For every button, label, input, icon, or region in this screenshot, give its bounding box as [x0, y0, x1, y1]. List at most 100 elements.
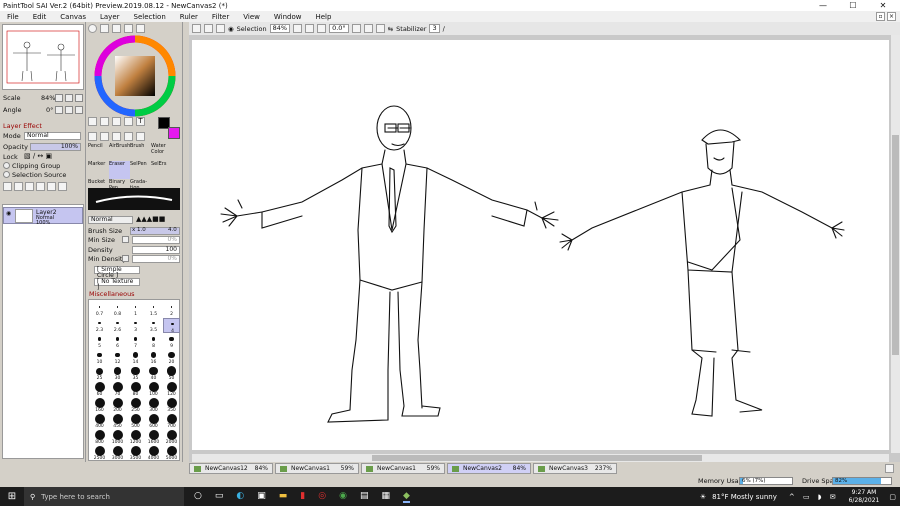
misc-header[interactable]: Miscellaneous	[89, 290, 135, 298]
brush-size-preset[interactable]: 1	[127, 302, 144, 317]
files-icon[interactable]: ▤	[360, 491, 369, 503]
min-density-slider[interactable]: 0%	[132, 255, 180, 263]
brush-size-preset[interactable]: 12	[109, 350, 126, 365]
painttool-sai-icon[interactable]: ◆	[402, 491, 410, 503]
tool-pencil[interactable]: Pencil	[88, 143, 109, 161]
brush-size-preset[interactable]: 700	[163, 414, 180, 429]
tool-brush[interactable]: Brush	[130, 143, 151, 161]
scratchpad-tab-icon[interactable]	[136, 24, 145, 33]
rotate-reset-toolbar-icon[interactable]	[375, 24, 385, 33]
layer-item[interactable]: ◉ Layer2 Normal 100%	[3, 207, 83, 226]
brush-size-preset[interactable]: 450	[109, 414, 126, 429]
brush-size-preset[interactable]: 5000	[163, 446, 180, 461]
menu-view[interactable]: View	[236, 13, 267, 21]
density-slider[interactable]: 100	[132, 246, 180, 254]
navigator-preview[interactable]	[2, 24, 84, 90]
layer-effect-header[interactable]: Layer Effect	[3, 122, 42, 130]
brush-size-preset[interactable]: 8	[145, 334, 162, 349]
opera-icon[interactable]: ◎	[318, 491, 326, 503]
zoom-out-icon[interactable]	[55, 94, 63, 102]
menu-window[interactable]: Window	[267, 13, 309, 21]
brush-size-preset[interactable]: 600	[145, 414, 162, 429]
tool-selpen[interactable]: SelPen	[130, 161, 151, 179]
menu-edit[interactable]: Edit	[26, 13, 54, 21]
brush-size-preset[interactable]: 14	[127, 350, 144, 365]
brush-size-preset[interactable]: 6	[109, 334, 126, 349]
layer-select-icon[interactable]	[124, 117, 133, 126]
brush-size-preset[interactable]: 200	[109, 398, 126, 413]
brush-size-preset[interactable]: 30	[109, 366, 126, 381]
brush-size-preset[interactable]: 20	[163, 350, 180, 365]
brush-size-preset[interactable]: 2000	[163, 430, 180, 445]
stabilizer-select[interactable]: 3	[429, 24, 440, 33]
brush-size-preset[interactable]: 120	[163, 382, 180, 397]
brush-size-preset[interactable]: 0.8	[109, 302, 126, 317]
photos-icon[interactable]: ▦	[381, 491, 390, 503]
new-linework-icon[interactable]	[25, 182, 34, 191]
lasso-icon[interactable]	[100, 117, 109, 126]
brush-size-preset[interactable]: 160	[91, 398, 108, 413]
tool-selers[interactable]: SelErs	[151, 161, 172, 179]
restore-panel-icon[interactable]: ▫	[876, 12, 885, 21]
brush-size-preset[interactable]: 350	[163, 398, 180, 413]
eye-icon[interactable]: ◉	[6, 210, 11, 217]
brush-size-preset[interactable]: 3	[127, 318, 144, 333]
rotate-tool-icon[interactable]	[112, 131, 121, 141]
color-wheel[interactable]	[94, 35, 176, 117]
maximize-button[interactable]: ☐	[838, 0, 868, 11]
new-layer-icon[interactable]	[3, 182, 12, 191]
tool-eraser[interactable]: Eraser	[109, 161, 130, 179]
task-view-icon[interactable]: ▭	[215, 491, 224, 503]
pressure-icon[interactable]: ∕	[443, 25, 445, 33]
opacity-slider[interactable]: 100%	[30, 143, 81, 151]
brush-mode-select[interactable]: Normal	[88, 216, 133, 224]
brush-size-preset[interactable]: 35	[127, 366, 144, 381]
brush-texture-select[interactable]: [ No Texture ]	[94, 278, 140, 291]
menu-canvas[interactable]: Canvas	[53, 13, 93, 21]
brush-shape-select[interactable]: [ Simple Circle ]	[94, 266, 140, 279]
clipping-group-checkbox[interactable]	[3, 162, 10, 169]
doc-tab[interactable]: NewCanvas12 84%	[189, 463, 273, 474]
canvas-horizontal-scrollbar[interactable]	[192, 454, 889, 462]
eyedropper-icon[interactable]	[136, 131, 145, 141]
brush-size-preset[interactable]: 300	[145, 398, 162, 413]
zoom-reset-icon[interactable]	[75, 94, 83, 102]
brush-size-preset[interactable]: 70	[109, 382, 126, 397]
menu-layer[interactable]: Layer	[93, 13, 127, 21]
close-panel-icon[interactable]: ×	[887, 12, 896, 21]
merge-layer-icon[interactable]	[36, 182, 45, 191]
delete-layer-icon[interactable]	[58, 182, 67, 191]
rotate-ccw-icon[interactable]	[351, 24, 361, 33]
brush-size-preset[interactable]: 4	[163, 318, 180, 334]
menu-filter[interactable]: Filter	[205, 13, 236, 21]
brush-size-preset[interactable]: 2.3	[91, 318, 108, 333]
rotate-reset-icon[interactable]	[75, 106, 83, 114]
brush-size-preset[interactable]: 60	[91, 382, 108, 397]
brush-size-preset[interactable]: 1600	[145, 430, 162, 445]
brush-size-preset[interactable]: 800	[91, 430, 108, 445]
brush-size-preset[interactable]: 1.5	[145, 302, 162, 317]
brush-size-preset[interactable]: 1000	[109, 430, 126, 445]
redo-icon[interactable]	[204, 24, 213, 33]
brush-size-preset[interactable]: 5	[91, 334, 108, 349]
doc-tab[interactable]: NewCanvas3 237%	[533, 463, 617, 474]
edge-icon[interactable]: ◐	[236, 491, 244, 503]
selection-toggle-icon[interactable]: ◉	[228, 25, 234, 33]
rotate-right-icon[interactable]	[65, 106, 73, 114]
menu-selection[interactable]: Selection	[127, 13, 173, 21]
brush-size-preset[interactable]: 0.7	[91, 302, 108, 317]
color-wheel-tab-icon[interactable]	[88, 24, 97, 33]
zoom-minus-icon[interactable]	[293, 24, 303, 33]
move-icon[interactable]	[88, 131, 97, 141]
tray-icons[interactable]: ^ ▭ ◗ ✉	[789, 493, 839, 501]
brush-size-preset[interactable]: 80	[127, 382, 144, 397]
brush-size-preset[interactable]: 250	[127, 398, 144, 413]
deselect-icon[interactable]	[216, 24, 225, 33]
tool-marker[interactable]: Marker	[88, 161, 109, 179]
brush-size-preset[interactable]: 4000	[145, 446, 162, 461]
min-size-toggle[interactable]	[122, 236, 129, 243]
secondary-color-swatch[interactable]	[168, 127, 180, 139]
weather-text[interactable]: 81°F Mostly sunny	[712, 493, 777, 501]
new-folder-icon[interactable]	[14, 182, 23, 191]
brush-size-preset[interactable]: 10	[91, 350, 108, 365]
